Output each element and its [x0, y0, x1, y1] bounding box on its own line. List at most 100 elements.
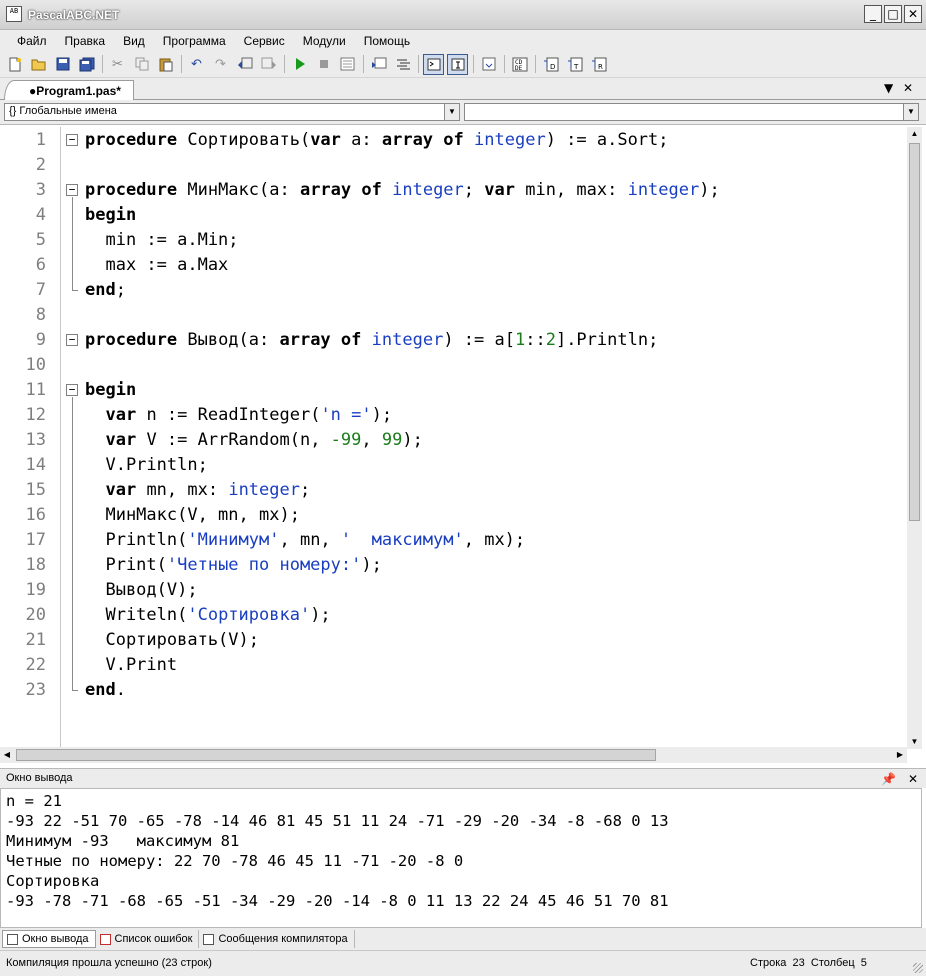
code-line[interactable]: Сортировать(V); [85, 628, 259, 653]
undo-icon[interactable]: ↶ [186, 54, 207, 75]
code-token: . [115, 680, 126, 700]
code-templates-icon[interactable]: CD DE [509, 54, 530, 75]
navigate-back-icon[interactable] [234, 54, 255, 75]
code-line[interactable]: end. [85, 678, 126, 703]
menu-edit[interactable]: Правка [56, 34, 115, 48]
code-line[interactable]: Print('Четные по номеру:'); [85, 553, 381, 578]
code-editor[interactable]: 1 2 3 4 5 6 7 8 9 10 11 12 13 14 15 16 17 18 19 20 21 22 23 − −… [0, 124, 926, 764]
tab-error-list[interactable]: Список ошибок [96, 930, 200, 948]
close-icon[interactable]: ✕ [903, 81, 913, 95]
scroll-left-icon[interactable]: ◀ [0, 748, 14, 762]
close-icon[interactable]: ✕ [908, 772, 918, 786]
menu-program[interactable]: Программа [154, 34, 235, 48]
code-line[interactable]: begin [85, 203, 136, 228]
menu-modules[interactable]: Модули [294, 34, 355, 48]
menu-help[interactable]: Помощь [355, 34, 419, 48]
debug-step-icon[interactable] [337, 54, 358, 75]
save-icon[interactable] [52, 54, 73, 75]
tab-compiler-messages[interactable]: Сообщения компилятора [199, 930, 355, 948]
code-token: Сортировать( [177, 130, 311, 150]
fold-toggle-icon[interactable]: − [66, 134, 78, 146]
line-number: 7 [35, 280, 46, 300]
toggle-output-icon[interactable] [423, 53, 444, 75]
fold-toggle-icon[interactable]: − [66, 384, 78, 396]
comment-icon[interactable] [368, 54, 389, 75]
code-line[interactable]: var n := ReadInteger('n ='); [85, 403, 392, 428]
code-line[interactable]: var mn, mx: integer; [85, 478, 310, 503]
resize-grip-icon[interactable] [913, 963, 923, 973]
code-line[interactable]: procedure МинМакс(a: array of integer; v… [85, 178, 720, 203]
scroll-right-icon[interactable]: ▶ [893, 748, 907, 762]
menu-service[interactable]: Сервис [235, 34, 294, 48]
open-folder-icon[interactable] [28, 54, 49, 75]
save-all-icon[interactable] [76, 54, 97, 75]
copy-icon[interactable] [131, 54, 152, 75]
toolbar: ✂ ↶ ↷ CD DE D T R [0, 51, 926, 78]
code-line[interactable]: var V := ArrRandom(n, -99, 99); [85, 428, 422, 453]
code-token: procedure [85, 330, 178, 350]
step-over-icon[interactable]: D [540, 54, 561, 75]
toggle-debug-icon[interactable] [447, 53, 468, 75]
navigate-forward-icon[interactable] [258, 54, 279, 75]
code-token: integer [228, 480, 300, 500]
code-token: procedure [85, 180, 178, 200]
code-line[interactable]: Writeln('Сортировка'); [85, 603, 330, 628]
code-line[interactable]: procedure Вывод(a: array of integer) := … [85, 328, 658, 353]
run-icon[interactable] [289, 54, 310, 75]
code-line[interactable]: end; [85, 278, 126, 303]
pin-icon[interactable]: 📌 [881, 772, 896, 786]
fold-toggle-icon[interactable]: − [66, 184, 78, 196]
minimize-icon[interactable]: _ [864, 5, 882, 23]
code-line[interactable]: procedure Сортировать(var a: array of in… [85, 128, 669, 153]
step-into-icon[interactable]: T [564, 54, 585, 75]
code-line[interactable]: max := a.Max [85, 253, 228, 278]
menu-view[interactable]: Вид [114, 34, 154, 48]
code-line[interactable]: min := a.Min; [85, 228, 239, 253]
code-token: Сортировать(V); [85, 630, 259, 650]
col-label: Столбец [810, 957, 855, 969]
code-line[interactable]: begin [85, 378, 136, 403]
new-file-icon[interactable] [4, 54, 25, 75]
cut-icon[interactable]: ✂ [107, 54, 128, 75]
step-return-icon[interactable]: R [588, 54, 609, 75]
line-number: 5 [35, 230, 46, 250]
code-line[interactable]: V.Print [85, 653, 177, 678]
tab-program1[interactable]: ●Program1.pas* [4, 80, 134, 101]
uncomment-icon[interactable] [392, 54, 413, 75]
code-line[interactable]: Println('Минимум', mn, ' максимум', mx); [85, 528, 525, 553]
redo-icon[interactable]: ↷ [210, 54, 231, 75]
paste-icon[interactable] [155, 54, 176, 75]
maximize-icon[interactable]: □ [884, 5, 902, 23]
scroll-down-icon[interactable]: ▼ [907, 735, 922, 749]
code-token: V.Println; [85, 455, 208, 475]
tab-output-window-label: Окно вывода [22, 933, 89, 945]
vertical-scrollbar[interactable]: ▲ ▼ [907, 127, 922, 749]
format-code-icon[interactable] [478, 54, 499, 75]
menu-file[interactable]: Файл [8, 34, 56, 48]
fold-toggle-icon[interactable]: − [66, 334, 78, 346]
scope-combo[interactable]: {} Глобальные имена ▼ [4, 103, 460, 121]
code-line[interactable]: Вывод(V); [85, 578, 197, 603]
horizontal-scroll-thumb[interactable] [16, 749, 656, 761]
combo-arrow-icon[interactable]: ▼ [903, 104, 918, 120]
dropdown-arrow-icon[interactable]: ▼ [884, 81, 893, 95]
output-window[interactable]: n = 21 -93 22 -51 70 -65 -78 -14 46 81 45… [0, 788, 922, 928]
code-token: n := ReadInteger( [136, 405, 321, 425]
horizontal-scrollbar[interactable]: ◀ ▶ [0, 747, 907, 763]
scroll-up-icon[interactable]: ▲ [907, 127, 922, 141]
member-combo[interactable]: ▼ [464, 103, 919, 121]
vertical-scroll-thumb[interactable] [909, 143, 920, 521]
code-token: min := a.Min; [85, 230, 239, 250]
code-line[interactable]: V.Println; [85, 453, 208, 478]
toolbar-separator [504, 55, 505, 73]
tab-output-window[interactable]: Окно вывода [2, 930, 96, 948]
code-token: mn, mx: [136, 480, 229, 500]
close-icon[interactable]: ✕ [904, 5, 922, 23]
stop-icon[interactable] [313, 54, 334, 75]
code-token: 99 [381, 430, 403, 450]
code-token: ) := a.Sort; [545, 130, 669, 150]
combo-arrow-icon[interactable]: ▼ [444, 104, 459, 120]
cursor-position: Строка 23 Столбец 5 [750, 957, 867, 969]
code-line[interactable]: МинМакс(V, mn, mx); [85, 503, 299, 528]
